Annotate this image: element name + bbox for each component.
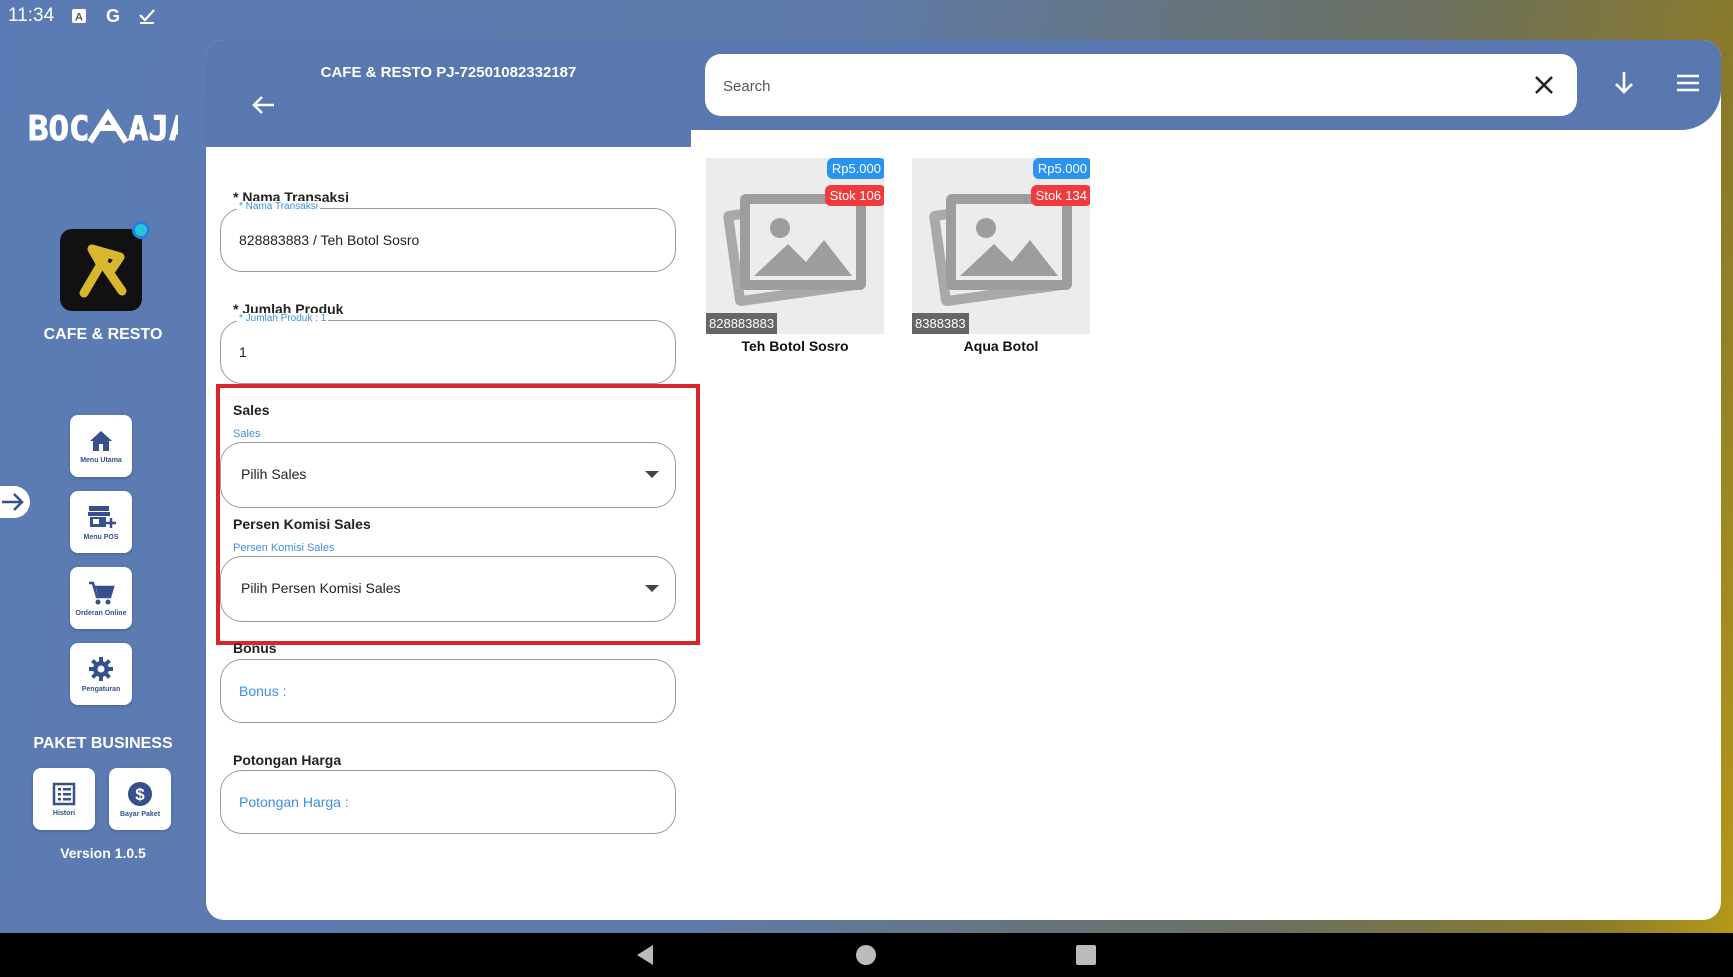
app-icon[interactable]	[60, 221, 150, 311]
arrow-left-icon	[252, 96, 274, 114]
product-name: Teh Botol Sosro	[741, 338, 849, 354]
tile-label: Menu POS	[83, 533, 119, 541]
arrow-right-icon	[2, 493, 24, 511]
navigation-bar	[0, 933, 1733, 977]
stock-badge: Stok 106	[824, 185, 884, 206]
price-badge: Rp5.000	[826, 158, 884, 179]
a-icon: A	[70, 7, 88, 25]
home-icon	[90, 430, 112, 451]
version-label: Version 1.0.5	[60, 845, 146, 861]
product-name: Aqua Botol	[963, 338, 1039, 354]
bayar-paket-button[interactable]: $ Bayar Paket	[109, 768, 171, 830]
nama-transaksi-value: 828883883 / Teh Botol Sosro	[239, 232, 420, 248]
google-icon: G	[104, 7, 122, 25]
hamburger-icon	[1677, 74, 1699, 92]
potongan-harga-field[interactable]: Potongan Harga :	[220, 770, 676, 834]
circle-home-icon	[856, 945, 876, 965]
back-button[interactable]	[248, 90, 278, 120]
tile-label: Histori	[52, 809, 76, 817]
tile-label: Pengaturan	[81, 685, 121, 693]
square-recents-icon	[1076, 945, 1096, 965]
header-right	[691, 40, 1721, 130]
clear-search-button[interactable]	[1531, 72, 1557, 98]
bonus-field[interactable]: Bonus :	[220, 659, 676, 723]
svg-text:BOC: BOC	[28, 109, 89, 149]
app-name: CAFE & RESTO	[43, 326, 163, 343]
product-image: Rp5.000 Stok 106 828883883	[706, 158, 884, 334]
brand-logo: BOC AJA	[28, 102, 190, 154]
price-badge: Rp5.000	[1032, 158, 1090, 179]
expand-sidebar-button[interactable]	[0, 486, 30, 518]
highlight-box	[216, 384, 700, 645]
tile-label: Bayar Paket	[119, 810, 161, 818]
svg-text:$: $	[135, 785, 145, 804]
product-code: 828883883	[706, 313, 778, 334]
close-icon	[1535, 76, 1553, 94]
potongan-harga-label: Potongan Harga	[233, 752, 342, 768]
page-title: CAFE & RESTO PJ-72501082332187	[320, 64, 577, 81]
jumlah-produk-float-label: * Jumlah Produk : 1	[237, 313, 329, 324]
cart-icon	[89, 581, 115, 604]
nav-home-button[interactable]	[854, 943, 878, 967]
svg-text:G: G	[106, 7, 120, 25]
header-left: CAFE & RESTO PJ-72501082332187	[206, 40, 691, 147]
triangle-back-icon	[637, 945, 653, 965]
nama-transaksi-float-label: * Nama Transaksi	[237, 201, 320, 212]
nama-transaksi-field[interactable]: * Nama Transaksi 828883883 / Teh Botol S…	[220, 201, 676, 272]
orderan-online-button[interactable]: Orderan Online	[70, 567, 132, 629]
notification-dot	[132, 221, 150, 239]
bonus-label: Bonus	[233, 640, 277, 656]
clock: 11:34	[8, 5, 55, 26]
store-add-icon	[88, 505, 116, 528]
arrow-down-icon	[1615, 72, 1633, 94]
gear-icon	[89, 656, 113, 681]
product-code: 8388383	[912, 313, 969, 334]
status-bar: 11:34 A G	[0, 0, 1733, 32]
svg-text:AJA: AJA	[128, 109, 178, 149]
histori-button[interactable]: Histori	[33, 768, 95, 830]
product-card[interactable]: Rp5.000 Stok 134 8388383 Aqua Botol	[912, 158, 1090, 354]
tile-label: Menu Utama	[80, 456, 122, 464]
nav-recents-button[interactable]	[1074, 943, 1098, 967]
svg-text:A: A	[75, 12, 83, 24]
potongan-harga-placeholder: Potongan Harga :	[239, 794, 349, 810]
download-button[interactable]	[1609, 68, 1639, 98]
sidebar: BOC AJA CAFE & RESTO Menu Utama Menu POS…	[0, 32, 206, 932]
search-input[interactable]	[723, 72, 1503, 100]
product-card[interactable]: Rp5.000 Stok 106 828883883 Teh Botol Sos…	[706, 158, 884, 354]
nav-back-button[interactable]	[633, 943, 657, 967]
search-bar	[705, 54, 1577, 116]
main-panel: CAFE & RESTO PJ-72501082332187 * Nama Tr…	[206, 40, 1721, 920]
bonus-placeholder: Bonus :	[239, 683, 287, 699]
menu-button[interactable]	[1673, 68, 1703, 98]
menu-pos-button[interactable]: Menu POS	[70, 491, 132, 553]
jumlah-produk-value: 1	[239, 344, 247, 360]
pengaturan-button[interactable]: Pengaturan	[70, 643, 132, 705]
tile-label: Orderan Online	[75, 609, 127, 617]
list-icon	[52, 782, 76, 805]
stock-badge: Stok 134	[1030, 185, 1090, 206]
product-image: Rp5.000 Stok 134 8388383	[912, 158, 1090, 334]
package-title: PAKET BUSINESS	[33, 735, 173, 752]
menu-utama-button[interactable]: Menu Utama	[70, 415, 132, 477]
jumlah-produk-field[interactable]: * Jumlah Produk : 1 1	[220, 313, 676, 384]
check-icon	[138, 7, 156, 25]
dollar-icon: $	[128, 781, 152, 806]
